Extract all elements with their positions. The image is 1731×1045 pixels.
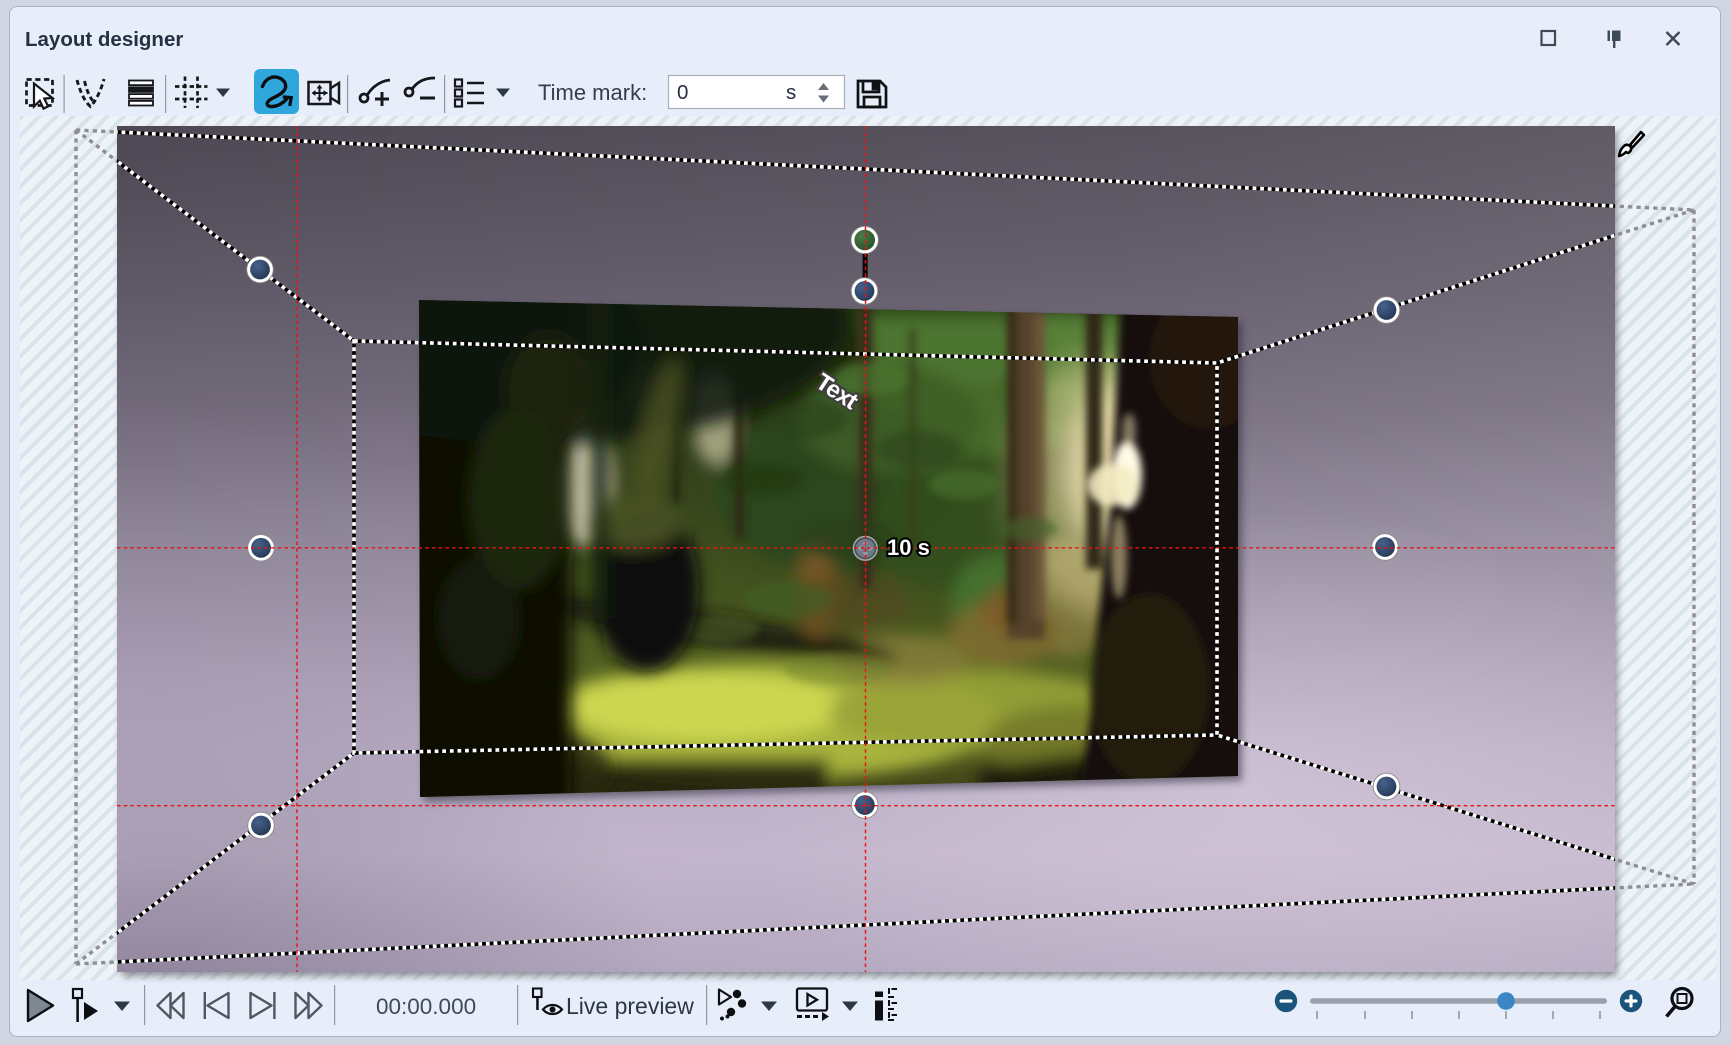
svg-text:00:00.000: 00:00.000 <box>376 994 476 1019</box>
svg-text:s: s <box>786 81 796 104</box>
svg-text:0: 0 <box>677 81 688 104</box>
svg-text:Live preview: Live preview <box>566 993 694 1019</box>
svg-text:Time mark:: Time mark: <box>538 80 647 105</box>
